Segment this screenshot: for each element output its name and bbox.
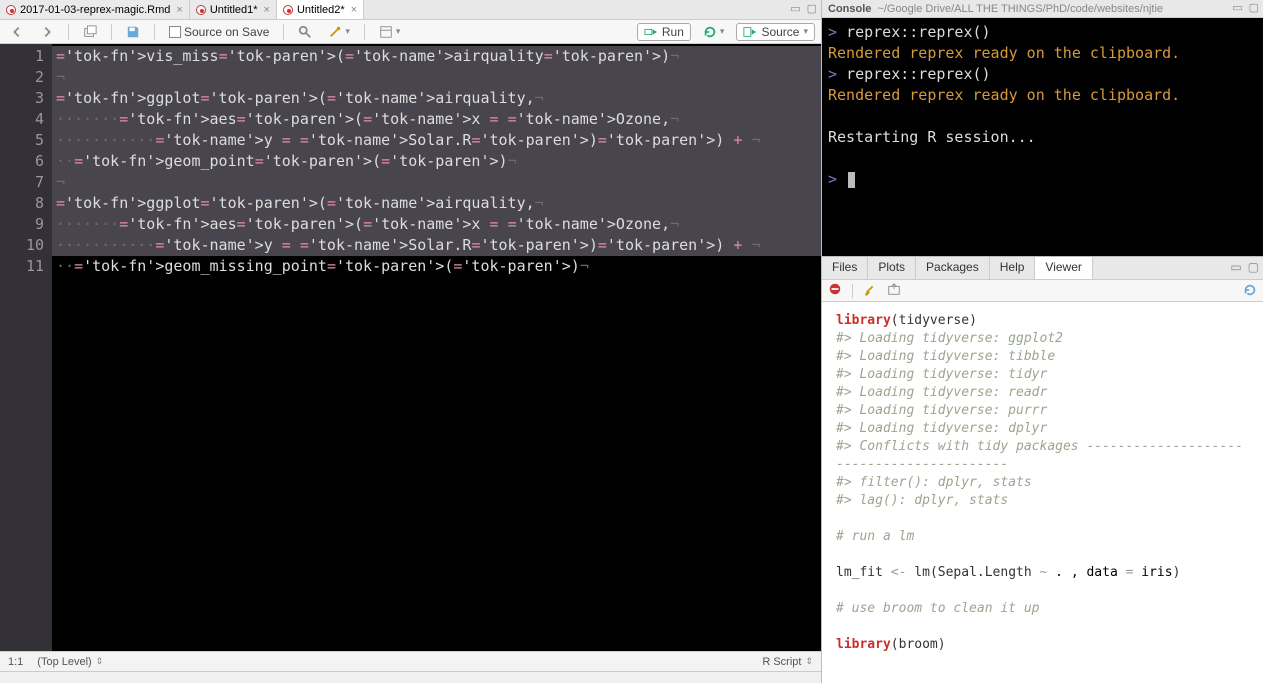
run-label: Run	[662, 25, 684, 39]
viewer-line: lm_fit <- lm(Sepal.Length ~ . , data = i…	[836, 564, 1249, 582]
viewer-line	[836, 618, 1249, 636]
source-button[interactable]: Source ▾	[736, 23, 815, 41]
viewer-line: #> filter(): dplyr, stats	[836, 474, 1249, 492]
close-icon[interactable]: ×	[264, 4, 270, 16]
cursor-position: 1:1	[8, 656, 23, 668]
tab-label: Untitled1*	[210, 4, 258, 16]
show-in-new-window-icon[interactable]	[79, 24, 101, 40]
source-label: Source	[761, 25, 799, 39]
minimize-console-icon[interactable]: ▭	[1232, 1, 1242, 14]
console-line	[828, 106, 1257, 127]
viewer-line: # use broom to clean it up	[836, 600, 1249, 618]
panel-tab-files[interactable]: Files	[822, 257, 868, 279]
editor-tab[interactable]: 2017-01-03-reprex-magic.Rmd ×	[0, 0, 190, 19]
viewer-line	[836, 546, 1249, 564]
code-line[interactable]: ='tok-fn'>ggplot='tok-paren'>(='tok-name…	[52, 193, 821, 214]
editor-status-bar: 1:1 (Top Level) ⇕ R Script ⇕	[0, 651, 821, 671]
clear-viewer-icon[interactable]	[828, 282, 842, 299]
viewer-line: #> Loading tidyverse: dplyr	[836, 420, 1249, 438]
maximize-panel-icon[interactable]: ▢	[1248, 260, 1259, 274]
file-icon	[6, 5, 16, 15]
tab-label: 2017-01-03-reprex-magic.Rmd	[20, 4, 170, 16]
viewer-line: #> Loading tidyverse: readr	[836, 384, 1249, 402]
code-line[interactable]: ···········='tok-name'>y = ='tok-name'>S…	[52, 235, 821, 256]
code-line[interactable]: ='tok-fn'>vis_miss='tok-paren'>(='tok-na…	[52, 46, 821, 67]
console-line: Rendered reprex ready on the clipboard.	[828, 43, 1257, 64]
viewer-line: #> Loading tidyverse: tibble	[836, 348, 1249, 366]
back-icon[interactable]	[6, 24, 28, 40]
close-icon[interactable]: ×	[176, 4, 182, 16]
editor-tab[interactable]: Untitled2* ×	[277, 0, 364, 19]
scope-selector[interactable]: (Top Level) ⇕	[37, 656, 103, 668]
console-line: >	[828, 169, 1257, 190]
maximize-pane-icon[interactable]: ▢	[807, 2, 817, 15]
editor-tab[interactable]: Untitled1* ×	[190, 0, 277, 19]
minimize-panel-icon[interactable]: ▭	[1230, 260, 1241, 274]
code-line[interactable]: ·······='tok-fn'>aes='tok-paren'>(='tok-…	[52, 109, 821, 130]
code-editor[interactable]: 1234567891011 ='tok-fn'>vis_miss='tok-pa…	[0, 44, 821, 651]
file-icon	[283, 5, 293, 15]
viewer-line: #> lag(): dplyr, stats	[836, 492, 1249, 510]
console-header: Console ~/Google Drive/ALL THE THINGS/Ph…	[822, 0, 1263, 18]
console-line: Restarting R session...	[828, 127, 1257, 148]
viewer-toolbar	[822, 280, 1263, 302]
file-icon	[196, 5, 206, 15]
code-line[interactable]: ··='tok-fn'>geom_point='tok-paren'>(='to…	[52, 151, 821, 172]
viewer-line: #> Loading tidyverse: ggplot2	[836, 330, 1249, 348]
save-icon[interactable]	[122, 24, 144, 40]
maximize-console-icon[interactable]: ▢	[1249, 1, 1259, 14]
broom-icon[interactable]	[863, 282, 877, 299]
notebook-icon[interactable]: ▾	[375, 24, 405, 40]
editor-tab-bar: 2017-01-03-reprex-magic.Rmd×Untitled1*×U…	[0, 0, 821, 20]
viewer-line	[836, 582, 1249, 600]
code-line[interactable]: ···········='tok-name'>y = ='tok-name'>S…	[52, 130, 821, 151]
viewer-line	[836, 510, 1249, 528]
bottom-spacer	[0, 671, 821, 683]
panel-tab-bar: FilesPlotsPackagesHelpViewer ▭ ▢	[822, 256, 1263, 280]
code-line[interactable]: ='tok-fn'>ggplot='tok-paren'>(='tok-name…	[52, 88, 821, 109]
tab-label: Untitled2*	[297, 4, 345, 16]
console-line: > reprex::reprex()	[828, 64, 1257, 85]
forward-icon[interactable]	[36, 24, 58, 40]
console-path: ~/Google Drive/ALL THE THINGS/PhD/code/w…	[877, 3, 1163, 15]
panel-tab-plots[interactable]: Plots	[868, 257, 916, 279]
console-title: Console	[828, 3, 871, 15]
viewer-line: # run a lm	[836, 528, 1249, 546]
viewer-pane[interactable]: library(tidyverse)#> Loading tidyverse: …	[822, 302, 1263, 683]
code-line[interactable]: ··='tok-fn'>geom_missing_point='tok-pare…	[52, 256, 821, 277]
source-on-save-checkbox[interactable]: Source on Save	[165, 24, 273, 40]
source-on-save-label: Source on Save	[184, 25, 269, 39]
wand-icon[interactable]: ▾	[324, 24, 354, 40]
viewer-line: library(broom)	[836, 636, 1249, 654]
code-line[interactable]: ¬	[52, 67, 821, 88]
console-line: Rendered reprex ready on the clipboard.	[828, 85, 1257, 106]
close-icon[interactable]: ×	[351, 4, 357, 16]
run-button[interactable]: Run	[637, 23, 691, 41]
panel-tab-packages[interactable]: Packages	[916, 257, 990, 279]
code-line[interactable]: ¬	[52, 172, 821, 193]
console[interactable]: > reprex::reprex()Rendered reprex ready …	[822, 18, 1263, 256]
rerun-icon[interactable]: ▾	[699, 24, 729, 40]
find-icon[interactable]	[294, 24, 316, 40]
viewer-line: #> Loading tidyverse: purrr	[836, 402, 1249, 420]
console-line	[828, 148, 1257, 169]
viewer-line: library(tidyverse)	[836, 312, 1249, 330]
panel-tab-help[interactable]: Help	[990, 257, 1036, 279]
panel-tab-viewer[interactable]: Viewer	[1035, 257, 1092, 279]
viewer-line: ----------------------	[836, 456, 1249, 474]
minimize-pane-icon[interactable]: ▭	[790, 2, 800, 15]
editor-toolbar: Source on Save ▾ ▾ Run ▾ Source ▾	[0, 20, 821, 44]
language-selector[interactable]: R Script ⇕	[762, 656, 813, 668]
viewer-line: #> Conflicts with tidy packages --------…	[836, 438, 1249, 456]
viewer-line: #> Loading tidyverse: tidyr	[836, 366, 1249, 384]
code-line[interactable]: ·······='tok-fn'>aes='tok-paren'>(='tok-…	[52, 214, 821, 235]
export-icon[interactable]	[887, 282, 901, 299]
refresh-icon[interactable]	[1243, 283, 1257, 300]
console-line: > reprex::reprex()	[828, 22, 1257, 43]
